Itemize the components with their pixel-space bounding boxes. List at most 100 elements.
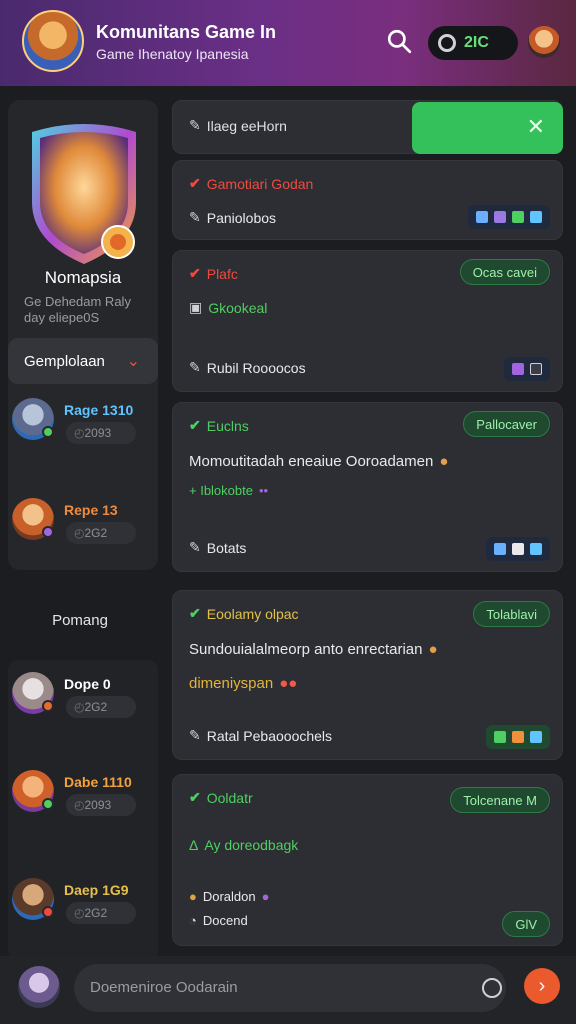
box-icon (512, 731, 524, 743)
attachment-icons[interactable] (504, 357, 550, 381)
post-card[interactable]: ✔ Ooldatr Tolcenane M Δ Ay doreodbagk ● … (172, 774, 563, 946)
emoji-icon: ●● (279, 675, 298, 692)
status-pill[interactable]: Tolablavi (473, 601, 550, 627)
app-subtitle: Game Ihenatoy Ipanesia (96, 46, 249, 62)
pencil-icon: ✎ (189, 359, 201, 375)
row: ✔ Eoolamy olpac (189, 605, 299, 622)
post-line: Ratal Pebaooochels (206, 727, 333, 744)
check-icon: ✔ (189, 605, 201, 621)
image-icon (476, 211, 488, 223)
post-line: Ay doreodbagk (204, 837, 299, 853)
attachment-icons[interactable] (468, 205, 550, 229)
member-name: Dabe 1110 (64, 774, 132, 790)
post-card[interactable]: ✔ Gamotiari Godan ✎ Paniolobos (172, 160, 563, 240)
composer-avatar[interactable] (18, 966, 60, 1008)
post-status: Ooldatr (206, 789, 253, 806)
member-name: Dope 0 (64, 676, 111, 692)
online-badge (42, 426, 54, 438)
file-icon (494, 211, 506, 223)
doc-icon (512, 211, 524, 223)
post-status: Plafc (206, 265, 238, 282)
community-logo[interactable] (22, 10, 84, 72)
search-icon[interactable] (386, 28, 412, 54)
row: ✎ Rubil Roooocos (189, 359, 306, 376)
member-item[interactable]: Dope 0 2G2 (12, 672, 152, 732)
pin-icon (530, 211, 542, 223)
status-badge (42, 700, 54, 712)
row: ● Doraldon ● (189, 889, 269, 904)
copy-icon (530, 363, 542, 375)
emoji-icon: ● (428, 641, 438, 658)
member-stat: 2093 (66, 422, 136, 444)
status-pill[interactable]: Tolcenane M (450, 787, 550, 813)
post-card[interactable]: ✔ Plafc Ocas cavei ▣ Gkookeal ✎ Rubil Ro… (172, 250, 563, 392)
member-item[interactable]: Rage 1310 2093 (12, 398, 152, 458)
post-body: Sundouialalmeorp anto enrectarian (189, 641, 423, 658)
close-icon[interactable]: ✕ (527, 114, 545, 140)
row: ✔ Ooldatr (189, 789, 253, 806)
section-label: Pomang (52, 612, 108, 629)
post-highlight: dimeniyspan (189, 675, 274, 692)
category-label: Gemplolaan (24, 352, 105, 370)
post-line: Rubil Roooocos (206, 359, 306, 376)
row: ◔ Docend (189, 913, 248, 928)
row: Δ Ay doreodbagk (189, 837, 298, 853)
lock-icon: ▣ (189, 299, 203, 315)
category-dropdown[interactable]: Gemplolaan ⌄ (8, 338, 158, 384)
profile-avatar[interactable] (22, 118, 146, 266)
emoji-icon: ● (261, 889, 270, 904)
message-composer: Doemeniroe Oodarain › (0, 956, 576, 1024)
row: ✎ Botats (189, 539, 246, 556)
member-stat: 2G2 (66, 902, 136, 924)
message-input[interactable]: Doemeniroe Oodarain (74, 964, 506, 1012)
game-icon (512, 363, 524, 375)
post-line: Gkookeal (208, 299, 268, 316)
app-title: Komunitans Game In (96, 22, 277, 42)
toast-label: Ilaeg eeHorn (206, 117, 287, 134)
coin-balance[interactable]: 2IC (428, 26, 518, 60)
post-card[interactable]: ✔ Euclns Pallocaver Momoutitadah eneaiue… (172, 402, 563, 572)
chevron-down-icon: ⌄ (126, 353, 140, 370)
member-item[interactable]: Daep 1G9 2G2 (12, 878, 152, 938)
tool-icon (512, 543, 524, 555)
row: ✎ Ilaeg eeHorn (189, 117, 287, 134)
post-line: Paniolobos (206, 209, 277, 226)
reaction-pill[interactable]: GlV (502, 911, 550, 937)
camera-icon[interactable] (482, 978, 502, 998)
post-status: Euclns (206, 417, 249, 434)
user-avatar[interactable] (528, 26, 560, 58)
post-tags: + Iblokobte (189, 483, 253, 498)
status-pill[interactable]: Pallocaver (463, 411, 550, 437)
coin-icon: ● (189, 889, 197, 904)
row: ✎ Paniolobos (189, 209, 276, 226)
member-item[interactable]: Repe 13 2G2 (12, 498, 152, 558)
success-toast[interactable]: ✕ (412, 102, 563, 154)
six-icon (494, 543, 506, 555)
post-footer: Doraldon (202, 889, 256, 904)
post-status: Gamotiari Godan (206, 175, 314, 192)
row: Sundouialalmeorp anto enrectarian ● (189, 641, 438, 658)
pencil-icon: ✎ (189, 727, 201, 743)
a-icon (494, 731, 506, 743)
coin-icon (438, 34, 456, 52)
member-stat: 2G2 (66, 522, 136, 544)
row: ✔ Euclns (189, 417, 249, 434)
status-pill[interactable]: Ocas cavei (459, 259, 550, 285)
attachment-icons[interactable] (486, 537, 550, 561)
post-card[interactable]: ✔ Eoolamy olpac Tolablavi Sundouialalmeo… (172, 590, 563, 760)
emoji-icon: ● (439, 453, 449, 470)
member-item[interactable]: Dabe 1110 2093 (12, 770, 152, 830)
row: dimeniyspan ●● (189, 675, 297, 692)
row: + Iblokobte •• (189, 483, 268, 498)
more-icon: •• (258, 483, 269, 498)
coin-value: 2IC (464, 34, 489, 51)
clock-icon (530, 731, 542, 743)
row: ✎ Ratal Pebaooochels (189, 727, 332, 744)
attachment-icons[interactable] (486, 725, 550, 749)
post-status: Eoolamy olpac (206, 605, 299, 622)
online-badge (42, 798, 54, 810)
bag-icon (530, 543, 542, 555)
send-button[interactable]: › (524, 968, 560, 1004)
profile-name: Nomapsia (44, 268, 122, 287)
row: Momoutitadah eneaiue Ooroadamen ● (189, 453, 448, 470)
